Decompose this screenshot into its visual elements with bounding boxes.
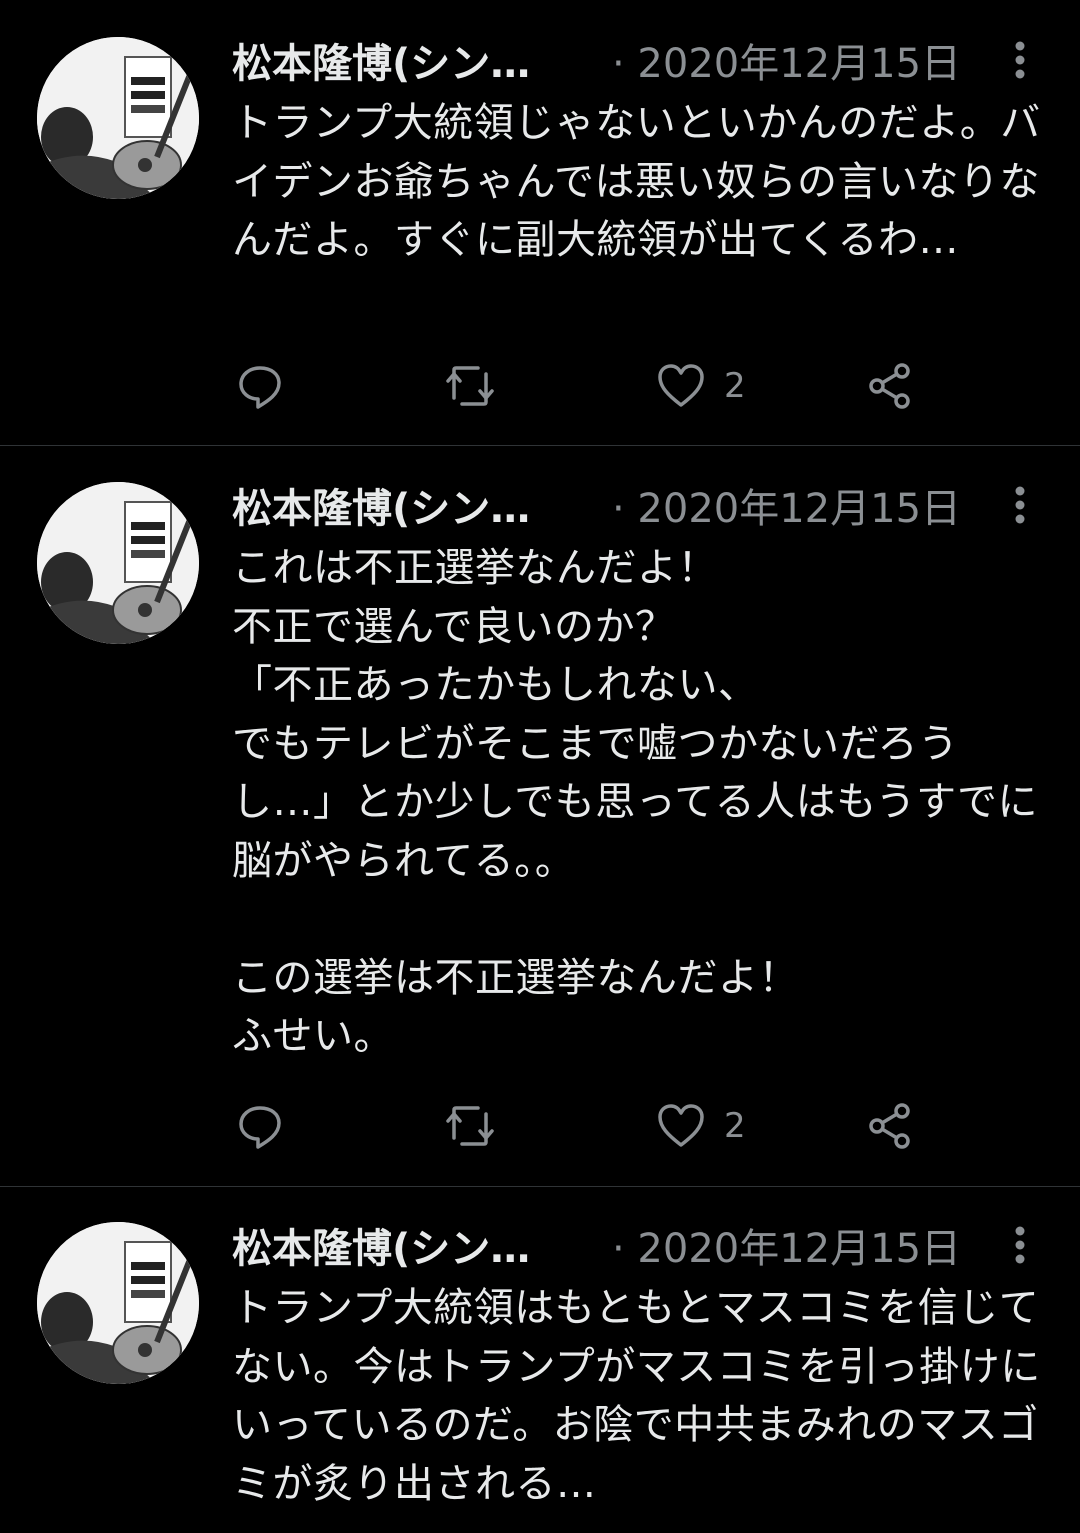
avatar-image [37, 1222, 199, 1384]
author-name[interactable]: 松本隆博(シン… [232, 40, 530, 88]
more-icon[interactable] [1008, 38, 1032, 86]
tweet-actions: 2 [232, 1098, 932, 1154]
share-icon [869, 1103, 910, 1149]
retweet-icon [446, 366, 494, 406]
author-name[interactable]: 松本隆博(シン… [232, 1225, 530, 1273]
reply-button[interactable] [236, 358, 284, 414]
tweet-date[interactable]: · 2020年12月15日 [612, 485, 961, 533]
tweet[interactable]: 松本隆博(シン… · 2020年12月15日 これは不正選挙なんだよ！ 不正で選… [0, 446, 1080, 1186]
tweet-actions: 2 [232, 358, 932, 414]
retweet-button[interactable] [444, 358, 496, 414]
heart-icon [658, 1104, 704, 1147]
avatar[interactable] [37, 1222, 199, 1384]
tweet-date[interactable]: · 2020年12月15日 [612, 40, 961, 88]
tweet-text: トランプ大統領じゃないといかんのだよ。バイデンお爺ちゃんでは悪い奴らの言いなりな… [232, 100, 1041, 263]
heart-icon [658, 364, 704, 407]
author-name[interactable]: 松本隆博(シン… [232, 485, 530, 533]
like-count: 2 [724, 1106, 746, 1146]
avatar[interactable] [37, 482, 199, 644]
reply-icon [239, 1106, 281, 1149]
reply-icon [239, 366, 281, 409]
share-button[interactable] [866, 1098, 914, 1154]
avatar[interactable] [37, 37, 199, 199]
tweet-text: これは不正選挙なんだよ！ 不正で選んで良いのか？ 「不正あったかもしれない、 で… [232, 545, 1038, 1059]
retweet-icon [446, 1106, 494, 1146]
tweet[interactable]: 松本隆博(シン… · 2020年12月15日 トランプ大統領はもともとマスコミを… [0, 1187, 1080, 1533]
like-button[interactable]: 2 [656, 358, 746, 414]
more-icon[interactable] [1008, 483, 1032, 531]
more-icon[interactable] [1008, 1223, 1032, 1271]
tweet[interactable]: 松本隆博(シン… · 2020年12月15日 トランプ大統領じゃないといかんのだ… [0, 0, 1080, 445]
share-icon [869, 363, 910, 409]
like-count: 2 [724, 366, 746, 406]
share-button[interactable] [866, 358, 914, 414]
avatar-image [37, 37, 199, 199]
tweet-text: トランプ大統領はもともとマスコミを信じてない。今はトランプがマスコミを引っ掛けに… [232, 1285, 1041, 1507]
avatar-image [37, 482, 199, 644]
retweet-button[interactable] [444, 1098, 496, 1154]
tweet-date[interactable]: · 2020年12月15日 [612, 1225, 961, 1273]
like-button[interactable]: 2 [656, 1098, 746, 1154]
reply-button[interactable] [236, 1098, 284, 1154]
